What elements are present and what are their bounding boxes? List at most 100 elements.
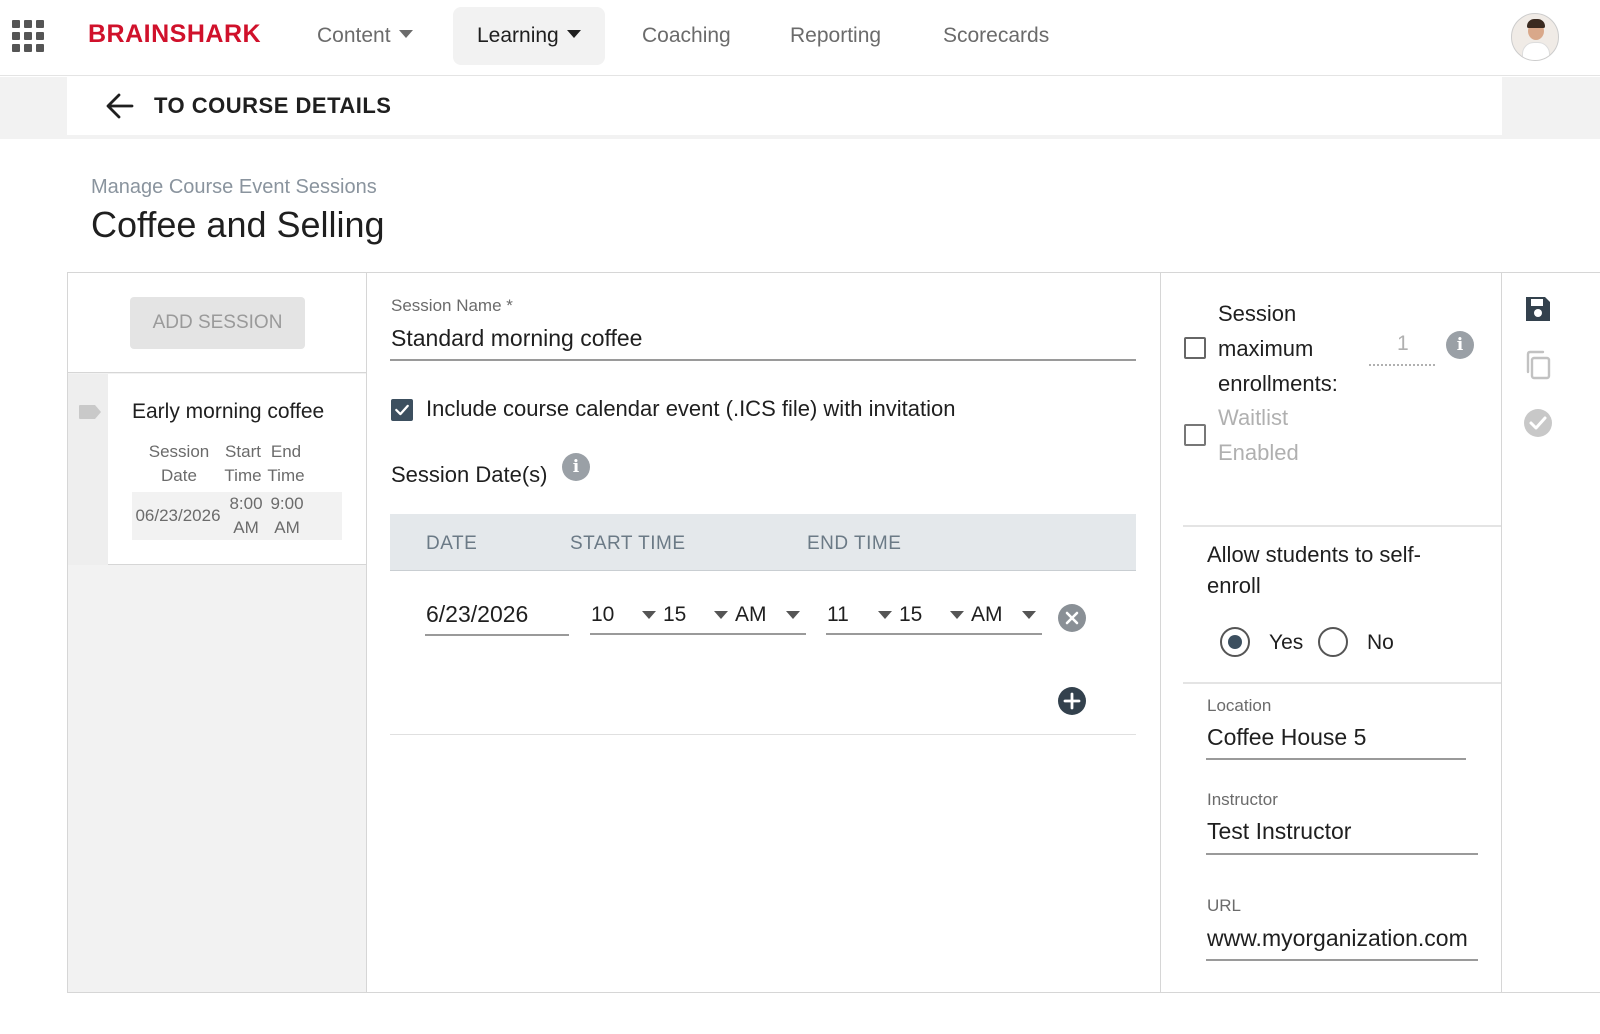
session-card-header-start: Start Time bbox=[220, 440, 266, 488]
session-dates-label: Session Date(s) bbox=[391, 462, 548, 487]
label-line: Waitlist bbox=[1218, 405, 1289, 430]
url-underline bbox=[1206, 959, 1478, 961]
session-start-time: 8:00 AM bbox=[224, 492, 268, 540]
end-ampm-select[interactable]: AM bbox=[971, 603, 1003, 627]
sessions-panel: ADD SESSION Early morning coffee Session… bbox=[67, 272, 367, 993]
end-time-underline bbox=[826, 633, 1042, 635]
session-card-header-end: End Time bbox=[264, 440, 308, 488]
header-line: Time bbox=[267, 466, 305, 485]
brand-logo[interactable]: BRAINSHARK bbox=[88, 20, 261, 49]
waitlist-label: Waitlist Enabled bbox=[1218, 400, 1299, 470]
tag-icon bbox=[79, 405, 101, 419]
column-header-end-time: END TIME bbox=[807, 533, 902, 554]
session-card-title: Early morning coffee bbox=[132, 400, 325, 423]
dates-divider bbox=[390, 734, 1136, 735]
avatar[interactable] bbox=[1511, 13, 1559, 61]
nav-item-reporting[interactable]: Reporting bbox=[766, 7, 905, 65]
session-date-input[interactable]: 6/23/2026 bbox=[426, 601, 528, 628]
ics-checkbox[interactable] bbox=[391, 399, 413, 421]
caret-down-icon[interactable] bbox=[950, 611, 964, 619]
self-enroll-yes-label: Yes bbox=[1269, 631, 1304, 654]
nav-item-label: Learning bbox=[477, 24, 559, 47]
session-name-input[interactable]: Standard morning coffee bbox=[391, 325, 642, 352]
caret-down-icon[interactable] bbox=[878, 611, 892, 619]
start-ampm-select[interactable]: AM bbox=[735, 603, 767, 627]
max-enrollments-checkbox[interactable] bbox=[1184, 337, 1206, 359]
location-input[interactable]: Coffee House 5 bbox=[1207, 724, 1366, 751]
url-input[interactable]: www.myorganization.com bbox=[1207, 925, 1479, 952]
check-icon bbox=[395, 404, 409, 416]
top-navigation: BRAINSHARK Content Learning Coaching Rep… bbox=[0, 0, 1600, 76]
caret-down-icon[interactable] bbox=[642, 611, 656, 619]
date-underline bbox=[425, 634, 569, 636]
caret-down-icon[interactable] bbox=[786, 611, 800, 619]
label-line: Enabled bbox=[1218, 440, 1299, 465]
end-minute-select[interactable]: 15 bbox=[899, 603, 922, 627]
settings-divider bbox=[1183, 525, 1501, 527]
session-date: 06/23/2026 bbox=[135, 506, 221, 525]
self-enroll-label: Allow students to self- enroll bbox=[1207, 539, 1421, 601]
session-name-label: Session Name * bbox=[391, 296, 513, 315]
nav-item-coaching[interactable]: Coaching bbox=[618, 7, 755, 65]
header-line: Time bbox=[224, 466, 262, 485]
header-line: End bbox=[270, 442, 302, 461]
start-minute-select[interactable]: 15 bbox=[663, 603, 686, 627]
time-line: 8:00 bbox=[229, 494, 263, 513]
end-hour-select[interactable]: 11 bbox=[827, 603, 849, 627]
instructor-input[interactable]: Test Instructor bbox=[1207, 818, 1351, 845]
copy-icon[interactable] bbox=[1522, 349, 1554, 381]
self-enroll-yes-radio[interactable] bbox=[1220, 627, 1250, 657]
label-line: Session bbox=[1218, 301, 1297, 326]
add-session-button[interactable]: ADD SESSION bbox=[130, 297, 305, 349]
session-card-strip bbox=[68, 374, 108, 565]
save-icon[interactable] bbox=[1522, 293, 1554, 325]
caret-down-icon bbox=[566, 30, 581, 39]
ics-label: Include course calendar event (.ICS file… bbox=[426, 396, 956, 421]
session-card[interactable]: Early morning coffee Session Date Start … bbox=[68, 374, 366, 565]
remove-date-icon[interactable] bbox=[1057, 603, 1087, 633]
nav-item-scorecards[interactable]: Scorecards bbox=[919, 7, 1073, 65]
time-line: 9:00 bbox=[270, 494, 304, 513]
page-title: Coffee and Selling bbox=[91, 204, 385, 245]
self-enroll-no-radio[interactable] bbox=[1318, 627, 1348, 657]
session-end-time: 9:00 AM bbox=[266, 492, 308, 540]
check-circle-icon[interactable] bbox=[1522, 407, 1554, 439]
arrow-left-icon[interactable] bbox=[106, 93, 134, 119]
max-enrollments-label: Session maximum enrollments: bbox=[1218, 296, 1338, 401]
time-line: AM bbox=[274, 518, 300, 537]
add-date-icon[interactable] bbox=[1057, 686, 1087, 716]
column-header-date: DATE bbox=[426, 533, 478, 554]
self-enroll-no-label: No bbox=[1367, 631, 1394, 654]
label-line: enroll bbox=[1207, 573, 1261, 598]
location-label: Location bbox=[1207, 696, 1272, 715]
instructor-underline bbox=[1206, 853, 1478, 855]
label-line: maximum bbox=[1218, 336, 1314, 361]
info-icon[interactable]: i bbox=[1446, 331, 1474, 359]
start-time-underline bbox=[590, 633, 806, 635]
nav-item-learning[interactable]: Learning bbox=[453, 7, 605, 65]
max-enrollments-underline bbox=[1369, 364, 1435, 366]
grid-icon[interactable] bbox=[12, 20, 44, 52]
info-icon[interactable]: i bbox=[562, 453, 590, 481]
label-line: enrollments: bbox=[1218, 371, 1338, 396]
breadcrumb: Manage Course Event Sessions bbox=[91, 176, 377, 198]
header-line: Session bbox=[148, 442, 210, 461]
session-name-underline bbox=[390, 359, 1136, 361]
caret-down-icon[interactable] bbox=[1022, 611, 1036, 619]
sessions-panel-header: ADD SESSION bbox=[68, 273, 366, 373]
nav-item-label: Content bbox=[317, 24, 391, 47]
waitlist-checkbox[interactable] bbox=[1184, 424, 1206, 446]
nav-item-label: Coaching bbox=[642, 24, 731, 47]
header-line: Start bbox=[225, 442, 261, 461]
location-underline bbox=[1206, 758, 1466, 760]
caret-down-icon[interactable] bbox=[714, 611, 728, 619]
session-card-header-date: Session Date bbox=[140, 440, 218, 488]
max-enrollments-input[interactable]: 1 bbox=[1397, 326, 1409, 361]
url-label: URL bbox=[1207, 896, 1242, 915]
back-to-course-details-link[interactable]: TO COURSE DETAILS bbox=[154, 93, 391, 119]
session-card-row: 06/23/2026 8:00 AM 9:00 AM bbox=[132, 492, 342, 540]
nav-item-content[interactable]: Content bbox=[293, 7, 437, 65]
instructor-label: Instructor bbox=[1207, 790, 1278, 809]
dates-table-header: DATE START TIME END TIME bbox=[390, 514, 1136, 571]
start-hour-select[interactable]: 10 bbox=[591, 603, 614, 627]
